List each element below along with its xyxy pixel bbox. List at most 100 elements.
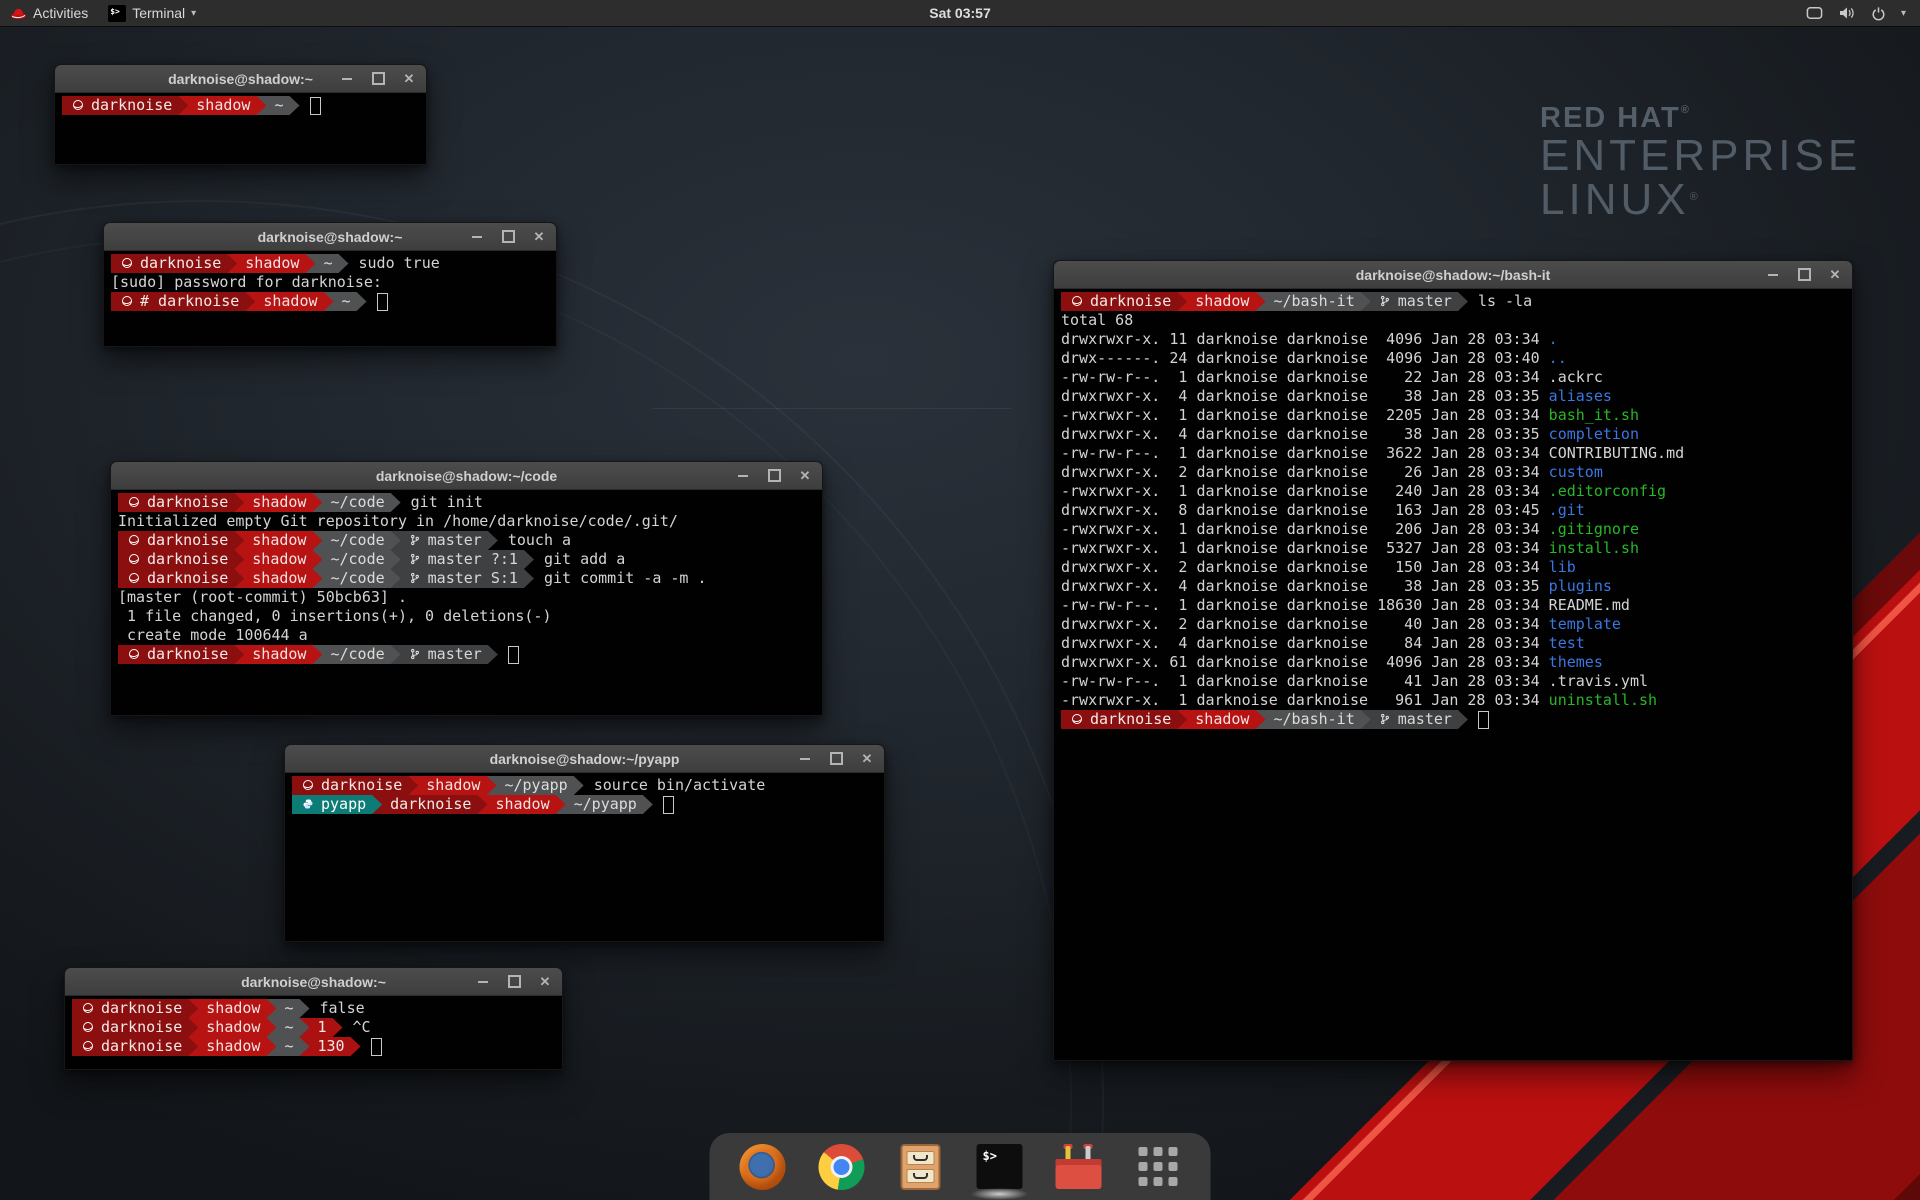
file-attributes: drwxrwxr-x. 11 darknoise darknoise 4096 … [1061, 330, 1549, 349]
dock-item-firefox[interactable] [738, 1141, 788, 1193]
file-name: .gitignore [1549, 520, 1639, 539]
prompt-segment-path: ~/code [312, 493, 400, 512]
file-row: -rwxrwxr-x. 1 darknoise darknoise 206 Ja… [1061, 520, 1852, 539]
dock-item-toolbox[interactable] [1054, 1141, 1104, 1193]
prompt-segment-text: darknoise [390, 795, 471, 813]
output-text: [sudo] password for darknoise: [111, 273, 382, 292]
close-button[interactable]: ✕ [402, 72, 416, 86]
terminal-content[interactable]: darknoiseshadow~falsedarknoiseshadow~1^C… [65, 996, 562, 1069]
prompt-segment-text: shadow [426, 776, 480, 794]
minimize-button[interactable] [476, 975, 490, 989]
titlebar[interactable]: darknoise@shadow:~ ✕ [65, 968, 562, 996]
redhat-icon [1071, 710, 1083, 729]
titlebar[interactable]: darknoise@shadow:~/code ✕ [111, 462, 822, 490]
prompt-segment-path: ~/code [312, 550, 400, 569]
clock[interactable]: Sat 03:57 [929, 5, 990, 21]
app-menu-label: Terminal [132, 5, 185, 21]
file-row: drwxrwxr-x. 4 darknoise darknoise 38 Jan… [1061, 577, 1852, 596]
activities-button[interactable]: Activities [0, 0, 98, 26]
maximize-button[interactable] [371, 72, 385, 86]
volume-icon[interactable] [1838, 6, 1856, 20]
prompt-segment-git: master [391, 531, 498, 550]
command-text: git init [411, 493, 483, 512]
terminal-content[interactable]: darknoiseshadow~/codegit initInitialized… [111, 490, 822, 715]
prompt-segment-host: shadow [178, 96, 266, 115]
chevron-down-icon: ▾ [191, 8, 196, 19]
minimize-button[interactable] [340, 72, 354, 86]
terminal-window: darknoise@shadow:~ ✕ darknoise shadow ~ [54, 64, 427, 165]
close-button[interactable]: ✕ [532, 230, 546, 244]
branch-icon [409, 531, 421, 550]
branch-icon [1379, 710, 1391, 729]
titlebar[interactable]: darknoise@shadow:~/bash-it ✕ [1054, 261, 1852, 289]
dock-item-files[interactable] [896, 1141, 946, 1193]
window-title: darknoise@shadow:~ [241, 974, 386, 990]
terminal-cursor [371, 1038, 382, 1056]
prompt-segment-text: shadow [252, 569, 306, 587]
prompt-segment-user: darknoise [292, 776, 418, 795]
toolbox-icon [1055, 1145, 1103, 1189]
titlebar[interactable]: darknoise@shadow:~ ✕ [104, 223, 556, 251]
titlebar[interactable]: darknoise@shadow:~ ✕ [55, 65, 426, 93]
prompt-segment-user: darknoise [111, 254, 237, 273]
close-button[interactable]: ✕ [798, 469, 812, 483]
prompt-segment-path: ~/pyapp [556, 795, 653, 814]
window-title: darknoise@shadow:~/pyapp [490, 751, 680, 767]
file-name: custom [1549, 463, 1603, 482]
power-icon[interactable] [1871, 6, 1886, 21]
dock-item-chrome[interactable] [817, 1141, 867, 1193]
prompt-line: darknoiseshadow~false [72, 999, 562, 1018]
maximize-button[interactable] [767, 469, 781, 483]
file-row: drwxrwxr-x. 61 darknoise darknoise 4096 … [1061, 653, 1852, 672]
prompt-segment-host: shadow [188, 1037, 276, 1056]
prompt-segment-text: ~/bash-it [1273, 292, 1354, 310]
redhat-logo-icon [10, 5, 27, 22]
maximize-button[interactable] [829, 752, 843, 766]
close-button[interactable]: ✕ [538, 975, 552, 989]
terminal-content[interactable]: darknoiseshadow~/bash-itmasterls -latota… [1054, 289, 1852, 1060]
prompt-segment-text: darknoise [101, 1018, 182, 1036]
file-attributes: -rwxrwxr-x. 1 darknoise darknoise 2205 J… [1061, 406, 1549, 425]
prompt-segment-text: shadow [252, 550, 306, 568]
terminal-content[interactable]: darknoiseshadow~/pyappsource bin/activat… [285, 773, 884, 941]
minimize-button[interactable] [736, 469, 750, 483]
prompt-segment-text: shadow [245, 254, 299, 272]
terminal-window: darknoise@shadow:~/code ✕ darknoiseshado… [110, 461, 823, 716]
prompt-segment-text: ~ [274, 96, 283, 114]
prompt-segment-text: darknoise [91, 96, 172, 114]
file-attributes: drwx------. 24 darknoise darknoise 4096 … [1061, 349, 1549, 368]
prompt-segment-text: darknoise [1090, 292, 1171, 310]
minimize-button[interactable] [470, 230, 484, 244]
terminal-content[interactable]: darknoise shadow ~ [55, 93, 426, 164]
dock-item-terminal[interactable]: $> [975, 1141, 1025, 1193]
output-line: Initialized empty Git repository in /hom… [118, 512, 822, 531]
file-row: -rw-rw-r--. 1 darknoise darknoise 3622 J… [1061, 444, 1852, 463]
terminal-cursor [663, 796, 674, 814]
dock-item-app-grid[interactable] [1133, 1141, 1183, 1193]
chevron-down-icon[interactable]: ▾ [1901, 8, 1906, 19]
titlebar[interactable]: darknoise@shadow:~/pyapp ✕ [285, 745, 884, 773]
terminal-content[interactable]: darknoiseshadow~sudo true[sudo] password… [104, 251, 556, 346]
app-menu[interactable]: $> Terminal ▾ [98, 0, 206, 26]
file-attributes: drwxrwxr-x. 4 darknoise darknoise 38 Jan… [1061, 577, 1549, 596]
prompt-line: darknoiseshadow~sudo true [111, 254, 556, 273]
file-name: test [1549, 634, 1585, 653]
command-text: git add a [544, 550, 625, 569]
file-name: aliases [1549, 387, 1612, 406]
file-attributes: drwxrwxr-x. 61 darknoise darknoise 4096 … [1061, 653, 1549, 672]
terminal-window: darknoise@shadow:~/bash-it ✕ darknoisesh… [1053, 260, 1853, 1061]
maximize-button[interactable] [1797, 268, 1811, 282]
close-button[interactable]: ✕ [1828, 268, 1842, 282]
output-line: 1 file changed, 0 insertions(+), 0 delet… [118, 607, 822, 626]
maximize-button[interactable] [501, 230, 515, 244]
minimize-button[interactable] [1766, 268, 1780, 282]
close-button[interactable]: ✕ [860, 752, 874, 766]
file-name: .git [1549, 501, 1585, 520]
file-name: .editorconfig [1549, 482, 1666, 501]
prompt-segment-git: master [391, 645, 498, 664]
screen-icon[interactable] [1806, 6, 1823, 20]
output-line: create mode 100644 a [118, 626, 822, 645]
prompt-segment-host: shadow [234, 493, 322, 512]
maximize-button[interactable] [507, 975, 521, 989]
minimize-button[interactable] [798, 752, 812, 766]
